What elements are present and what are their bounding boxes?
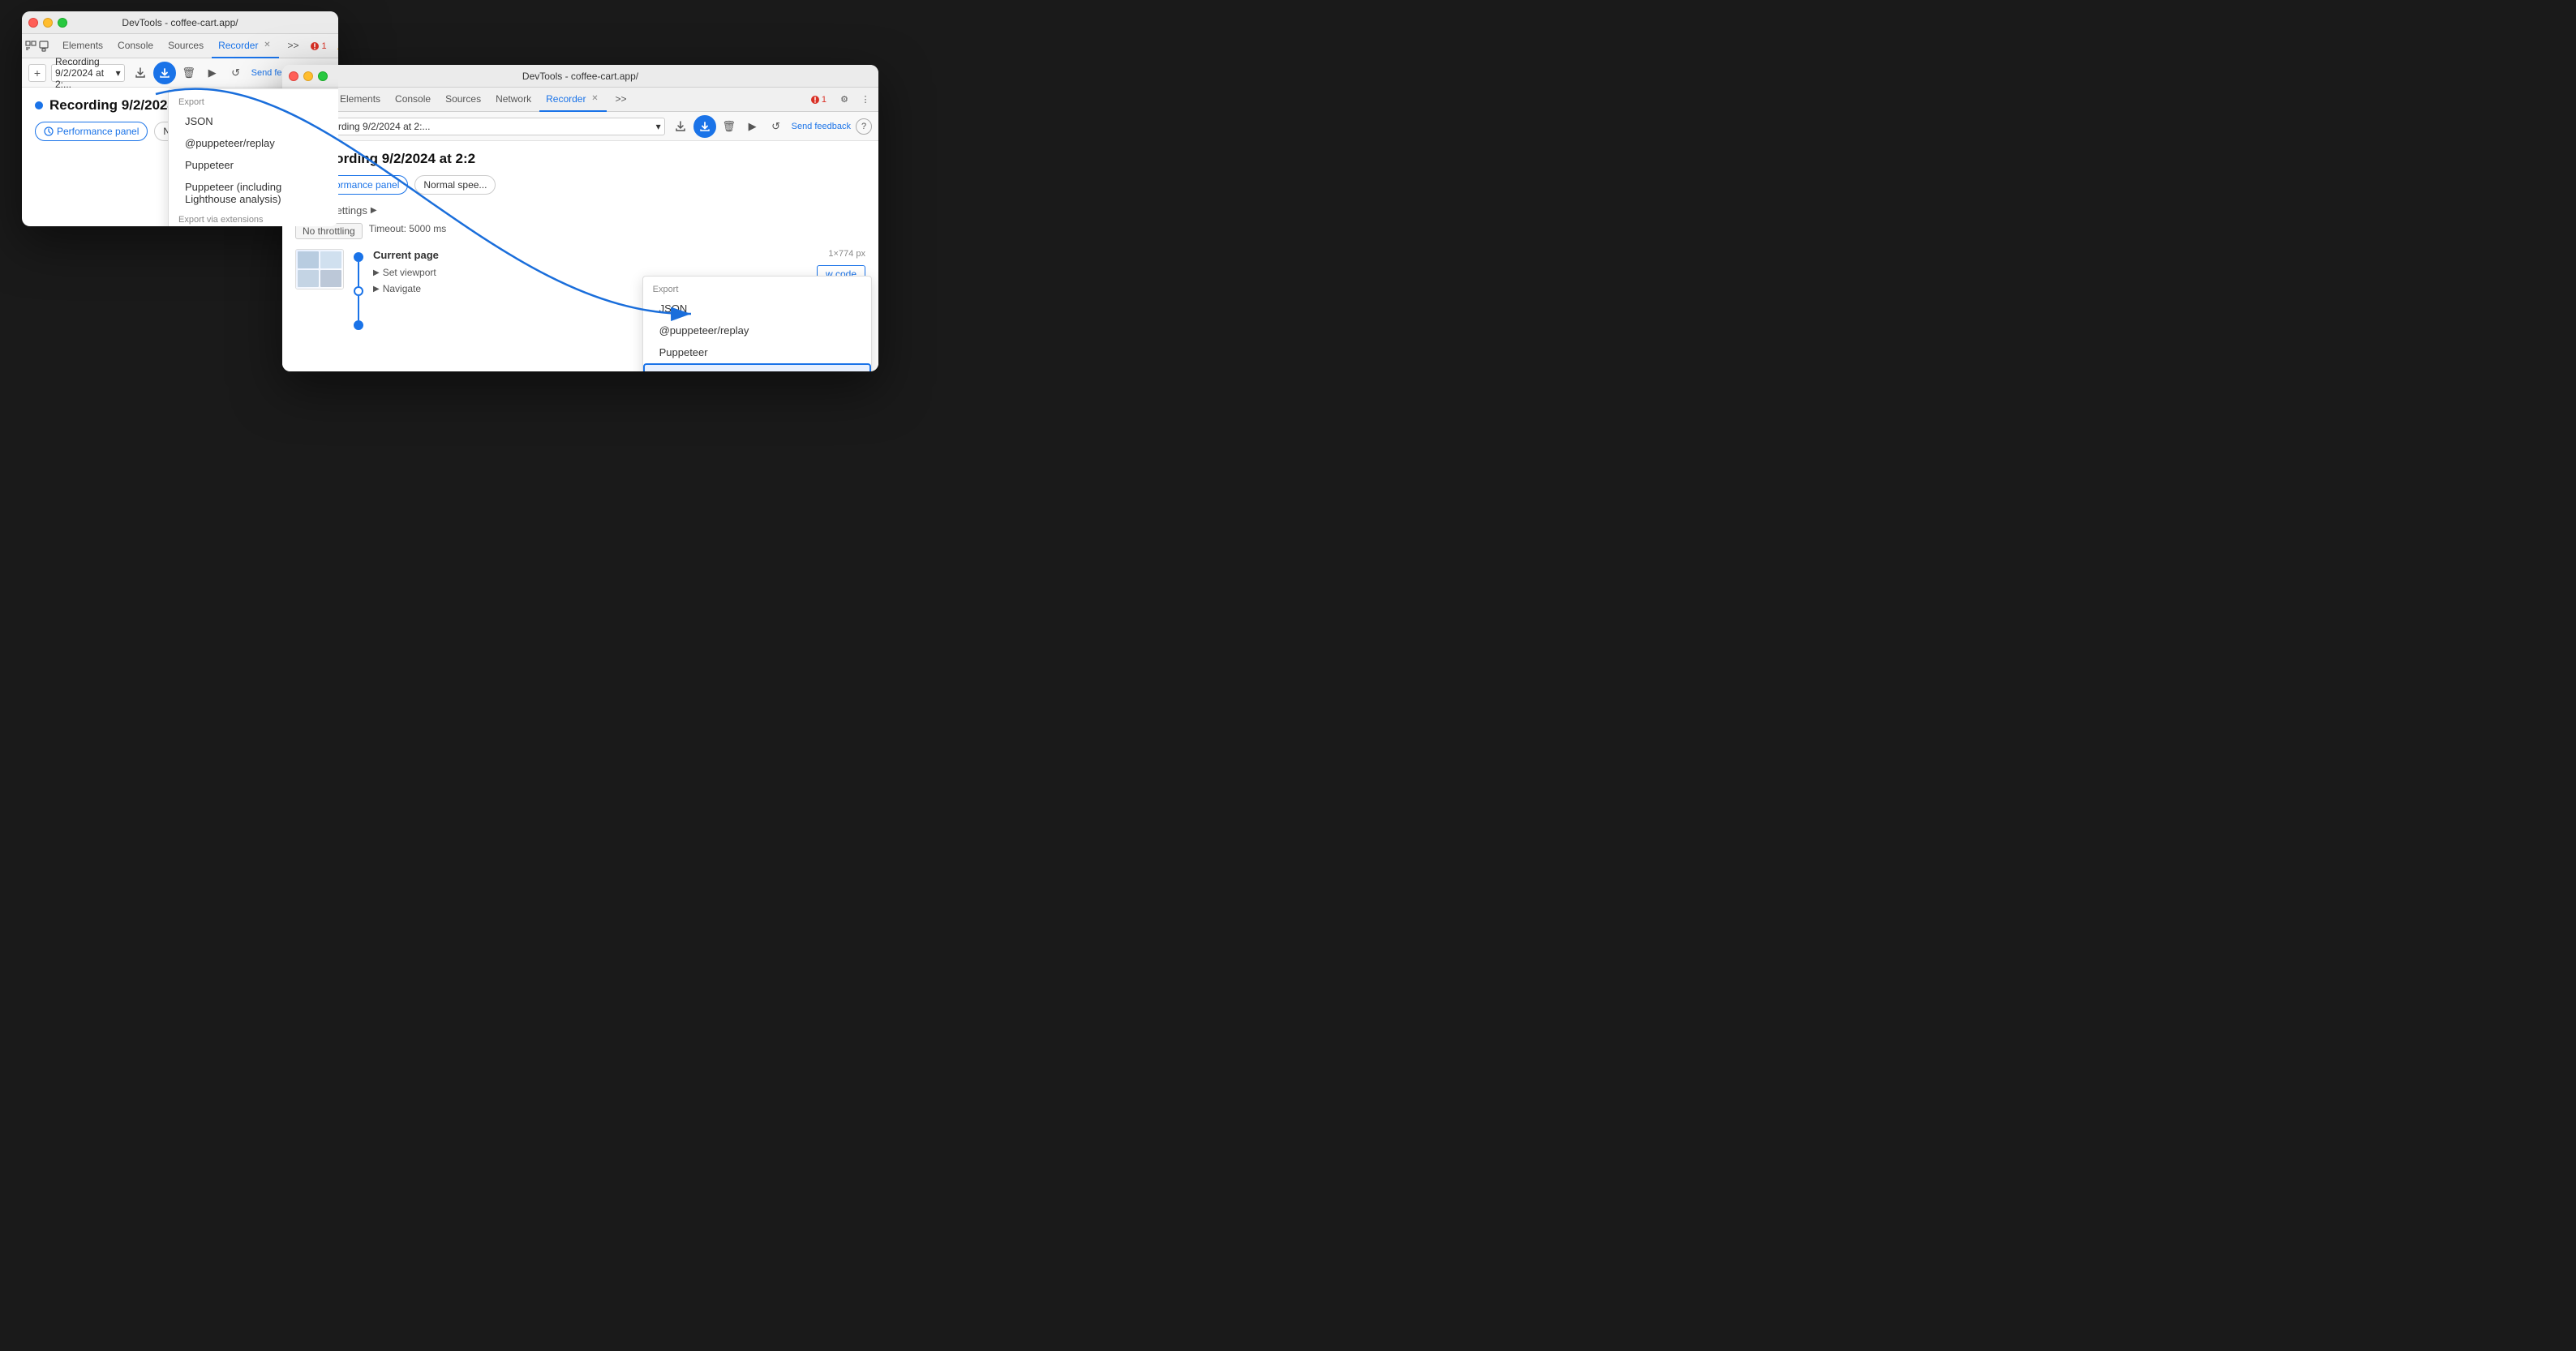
- window-title-2: DevTools - coffee-cart.app/: [522, 71, 638, 82]
- tab-more-1[interactable]: >>: [281, 34, 305, 58]
- export-json-2[interactable]: JSON: [643, 298, 871, 320]
- export-icon-1[interactable]: [130, 62, 151, 84]
- tab-network-2[interactable]: Network: [489, 88, 538, 112]
- dropdown-chevron: ▾: [116, 67, 121, 79]
- title-bar-1: DevTools - coffee-cart.app/: [22, 11, 338, 34]
- recording-dot-1: [35, 101, 43, 109]
- maximize-button-1[interactable]: [58, 18, 67, 28]
- page-thumbnail-2: [295, 249, 344, 290]
- devtools-window-2: DevTools - coffee-cart.app/ Elements Con…: [282, 65, 878, 371]
- play-btn-1[interactable]: ▶: [202, 62, 223, 84]
- timeline-line-2: [354, 249, 363, 330]
- speed-btn-2[interactable]: Normal spee...: [414, 175, 496, 195]
- close-button-2[interactable]: [289, 71, 298, 81]
- replay-settings-2[interactable]: Replay settings ▶: [295, 204, 865, 217]
- device-icon[interactable]: [38, 36, 49, 56]
- export-via-extensions-header-1: Export via extensions: [169, 210, 338, 226]
- export-dropdown-1: Export JSON @puppeteer/replay Puppeteer …: [168, 88, 338, 226]
- tab-console-1[interactable]: Console: [111, 34, 160, 58]
- cursor-icon[interactable]: [25, 36, 36, 56]
- tab-close-recorder-2[interactable]: ✕: [589, 93, 600, 105]
- export-puppeteer-1[interactable]: Puppeteer: [169, 154, 338, 176]
- tab-sources-1[interactable]: Sources: [161, 34, 210, 58]
- error-badge-yellow-1[interactable]: 4: [333, 41, 338, 52]
- export-puppeteer-lighthouse-1[interactable]: Puppeteer (including Lighthouse analysis…: [169, 176, 338, 210]
- navigate-item[interactable]: ▶ Navigate: [373, 281, 421, 297]
- export-json-1[interactable]: JSON: [169, 110, 338, 132]
- recording-select-2[interactable]: Recording 9/2/2024 at 2:... ▾: [311, 118, 665, 135]
- maximize-button-2[interactable]: [318, 71, 328, 81]
- export-header-1: Export: [169, 92, 338, 110]
- dropdown-chevron-2: ▾: [656, 121, 661, 132]
- settings-icon-2[interactable]: ⚙: [835, 90, 854, 109]
- recording-bar-2: + Recording 9/2/2024 at 2:... ▾ 🗑 ▶ ↺ Se…: [282, 112, 878, 141]
- play-btn-2[interactable]: ▶: [742, 116, 763, 137]
- minimize-button-2[interactable]: [303, 71, 313, 81]
- tab-more-2[interactable]: >>: [608, 88, 633, 112]
- minimize-button-1[interactable]: [43, 18, 53, 28]
- tab-recorder-1[interactable]: Recorder ✕: [212, 34, 279, 58]
- export-header-2: Export: [643, 280, 871, 298]
- recording-select-1[interactable]: Recording 9/2/2024 at 2:... ▾: [51, 64, 125, 82]
- delete-btn-1[interactable]: 🗑: [178, 62, 200, 84]
- export-dropdown-2: Export JSON @puppeteer/replay Puppeteer …: [642, 276, 872, 371]
- toolbar-errors-1: 1 4 3: [307, 41, 338, 52]
- devtools-toolbar-1: Elements Console Sources Recorder ✕ >> 1…: [22, 34, 338, 58]
- download-btn-2[interactable]: [693, 115, 716, 138]
- recording-actions-2: 🗑 ▶ ↺: [670, 115, 787, 138]
- window-title-1: DevTools - coffee-cart.app/: [122, 17, 238, 28]
- download-btn-1[interactable]: [153, 62, 176, 84]
- delete-btn-2[interactable]: 🗑: [719, 116, 740, 137]
- tab-elements-1[interactable]: Elements: [56, 34, 109, 58]
- export-puppeteer-2[interactable]: Puppeteer: [643, 341, 871, 363]
- refresh-btn-2[interactable]: ↺: [766, 116, 787, 137]
- help-icon-2[interactable]: ?: [856, 118, 872, 135]
- tab-recorder-2[interactable]: Recorder ✕: [539, 88, 607, 112]
- more-icon-2[interactable]: ⋮: [856, 90, 875, 109]
- export-puppeteer-firefox-2[interactable]: Puppeteer (for Firefox): [643, 363, 871, 371]
- error-badge-red-1[interactable]: 1: [307, 41, 329, 52]
- tab-close-recorder-1[interactable]: ✕: [261, 40, 273, 51]
- refresh-btn-1[interactable]: ↺: [225, 62, 247, 84]
- throttle-row-2: No throttling Timeout: 5000 ms: [295, 223, 865, 239]
- devtools-toolbar-2: Elements Console Sources Network Recorde…: [282, 88, 878, 112]
- send-feedback-2[interactable]: Send feedback: [792, 122, 851, 131]
- recording-title-2: Recording 9/2/2024 at 2:2: [295, 151, 865, 167]
- export-puppeteer-replay-1[interactable]: @puppeteer/replay: [169, 132, 338, 154]
- tab-sources-2[interactable]: Sources: [439, 88, 487, 112]
- traffic-lights-2: [289, 71, 328, 81]
- export-icon-2[interactable]: [670, 116, 691, 137]
- tab-elements-2[interactable]: Elements: [333, 88, 387, 112]
- new-recording-btn-1[interactable]: +: [28, 64, 46, 82]
- traffic-lights-1: [28, 18, 67, 28]
- perf-panel-btn-1[interactable]: Performance panel: [35, 122, 148, 141]
- title-bar-2: DevTools - coffee-cart.app/: [282, 65, 878, 88]
- recording-actions-1: 🗑 ▶ ↺: [130, 62, 247, 84]
- toolbar-errors-2: 1: [807, 94, 830, 105]
- error-badge-red-2[interactable]: 1: [807, 94, 830, 105]
- devtools-window-1: DevTools - coffee-cart.app/ Elements Con…: [22, 11, 338, 226]
- tab-console-2[interactable]: Console: [389, 88, 437, 112]
- close-button-1[interactable]: [28, 18, 38, 28]
- recording-controls-2: Performance panel Normal spee...: [295, 175, 865, 195]
- export-puppeteer-replay-2[interactable]: @puppeteer/replay: [643, 320, 871, 341]
